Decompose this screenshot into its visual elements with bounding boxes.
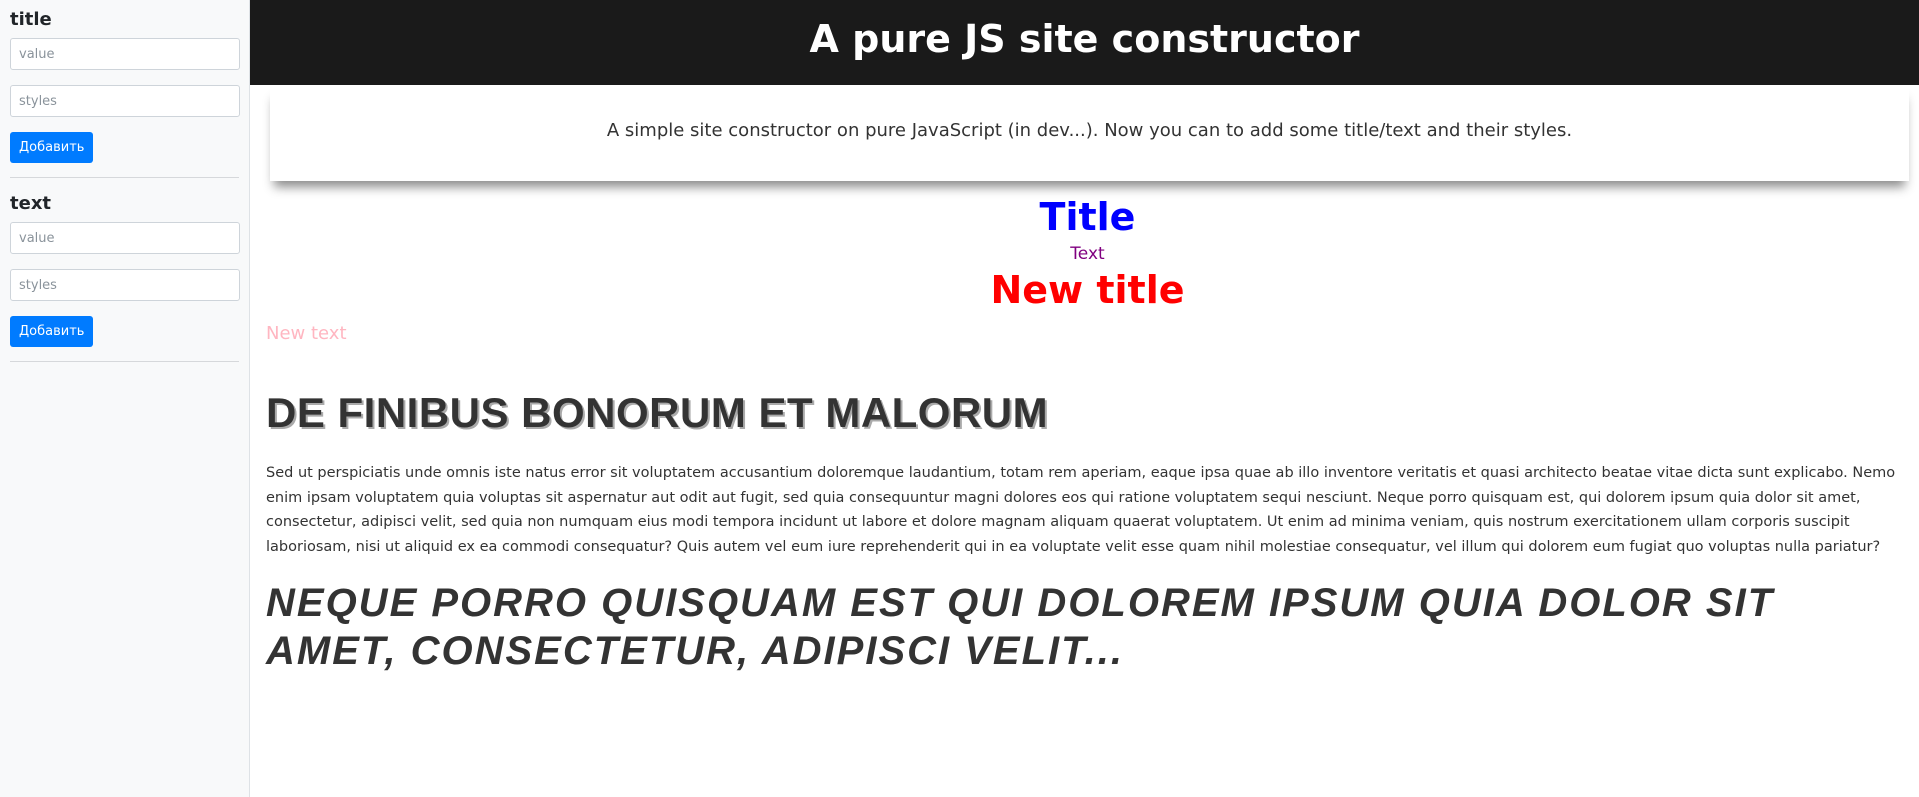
title-panel-heading: title [10,9,52,30]
lorem-italic-heading: NEQUE PORRO QUISQUAM EST QUI DOLOREM IPS… [266,581,1775,673]
site-header: A pure JS site constructor [250,0,1919,85]
title-value-input[interactable] [10,38,240,70]
add-text-button[interactable]: Добавить [10,316,94,347]
intro-text: A simple site constructor on pure JavaSc… [606,120,1573,141]
content-text-2: New text [266,323,347,344]
text-styles-input[interactable] [10,269,240,301]
text-value-input[interactable] [10,222,240,254]
constructed-content: Title Text New title New text DE FINIBUS… [250,181,1919,675]
sidebar: title Добавить text Добавить [0,0,250,797]
title-styles-input[interactable] [10,85,240,117]
main-area: A pure JS site constructor A simple site… [250,0,1919,797]
lorem-heading: DE FINIBUS BONORUM ET MALORUM [266,389,1049,436]
site-title: A pure JS site constructor [809,17,1360,61]
text-panel: text Добавить [10,192,240,362]
content-title-1: Title [1039,195,1136,239]
content-text-1: Text [1070,244,1105,264]
title-panel: title Добавить [10,8,240,178]
lorem-paragraph: Sed ut perspiciatis unde omnis iste natu… [266,465,1896,555]
content-title-2: New title [990,268,1185,312]
add-title-button[interactable]: Добавить [10,132,94,163]
intro-box: A simple site constructor on pure JavaSc… [270,85,1909,181]
text-panel-heading: text [10,193,52,214]
